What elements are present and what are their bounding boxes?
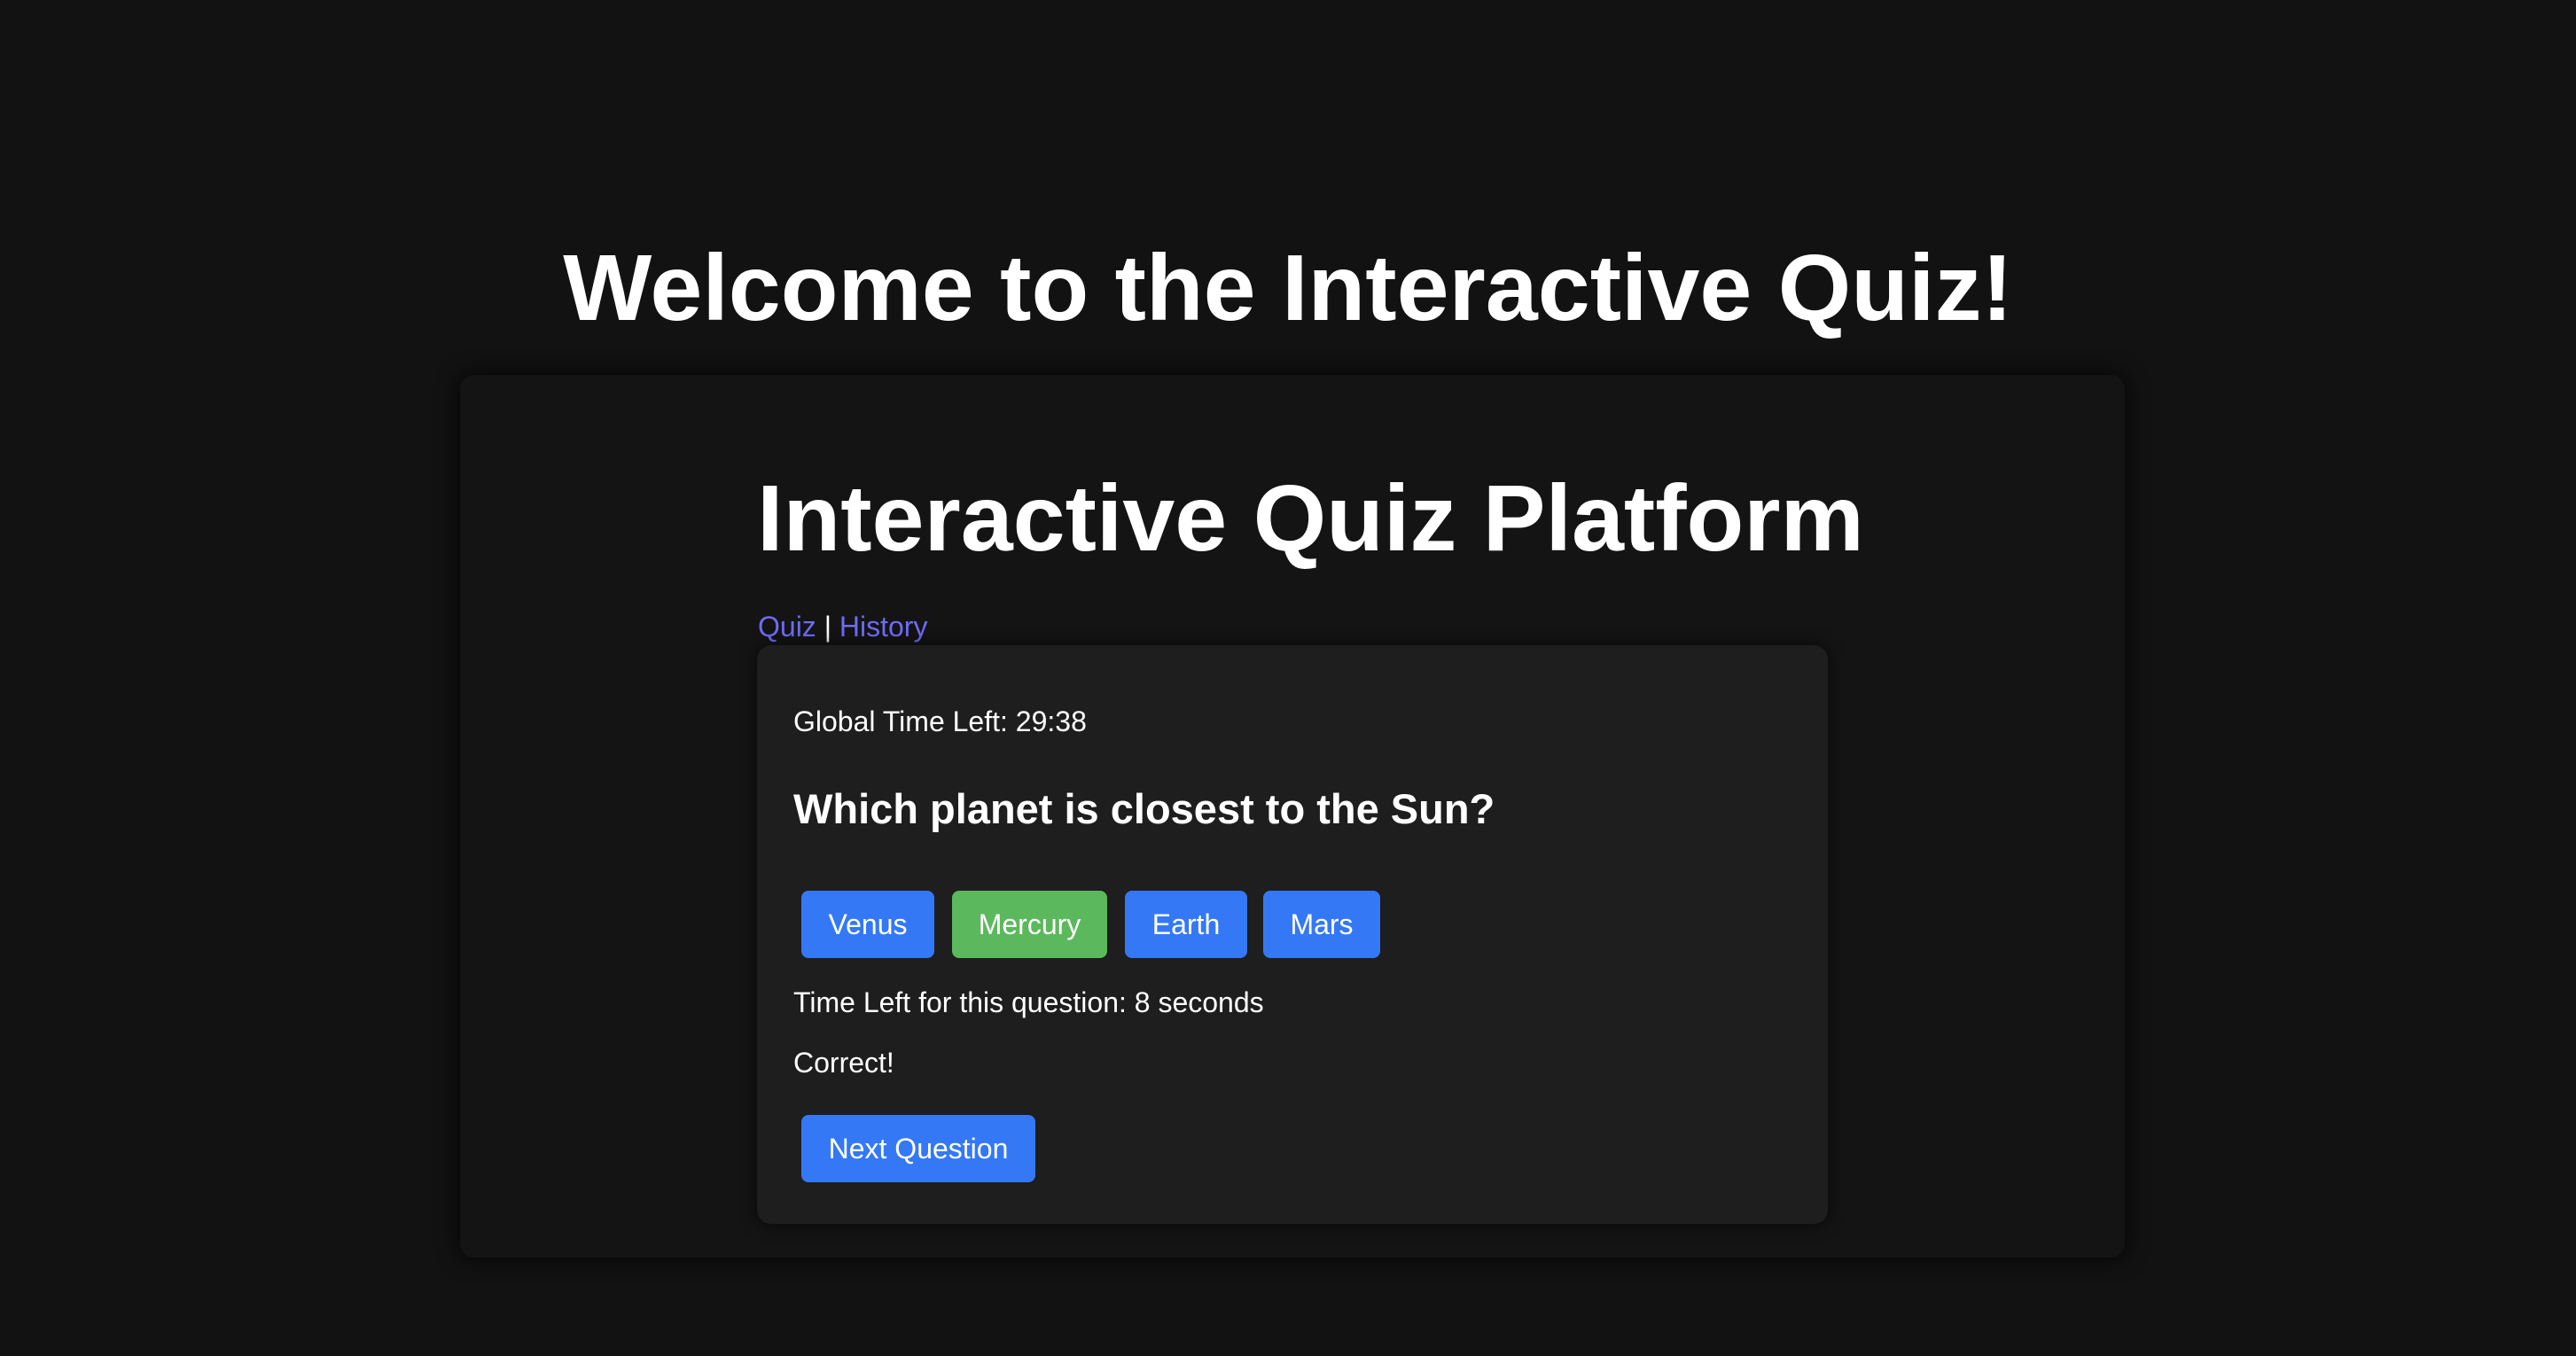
option-earth-button[interactable]: Earth xyxy=(1125,891,1247,958)
page-title: Welcome to the Interactive Quiz! xyxy=(563,236,2013,340)
nav-link-quiz[interactable]: Quiz xyxy=(758,611,816,643)
app-card: Interactive Quiz Platform Quiz | History… xyxy=(460,375,2125,1258)
question-timer: Time Left for this question: 8 seconds xyxy=(793,986,1264,1018)
next-question-button[interactable]: Next Question xyxy=(801,1115,1035,1182)
option-venus-button[interactable]: Venus xyxy=(801,891,934,958)
platform-title: Interactive Quiz Platform xyxy=(757,466,1864,571)
nav-link-history[interactable]: History xyxy=(839,611,928,643)
quiz-panel: Global Time Left: 29:38 Which planet is … xyxy=(757,645,1828,1224)
nav-separator: | xyxy=(824,611,831,643)
option-mars-button[interactable]: Mars xyxy=(1263,891,1380,958)
answer-feedback: Correct! xyxy=(793,1047,894,1079)
nav-bar: Quiz | History xyxy=(758,609,927,644)
global-timer: Global Time Left: 29:38 xyxy=(793,705,1087,737)
question-text: Which planet is closest to the Sun? xyxy=(793,785,1495,832)
option-mercury-button[interactable]: Mercury xyxy=(952,891,1107,958)
